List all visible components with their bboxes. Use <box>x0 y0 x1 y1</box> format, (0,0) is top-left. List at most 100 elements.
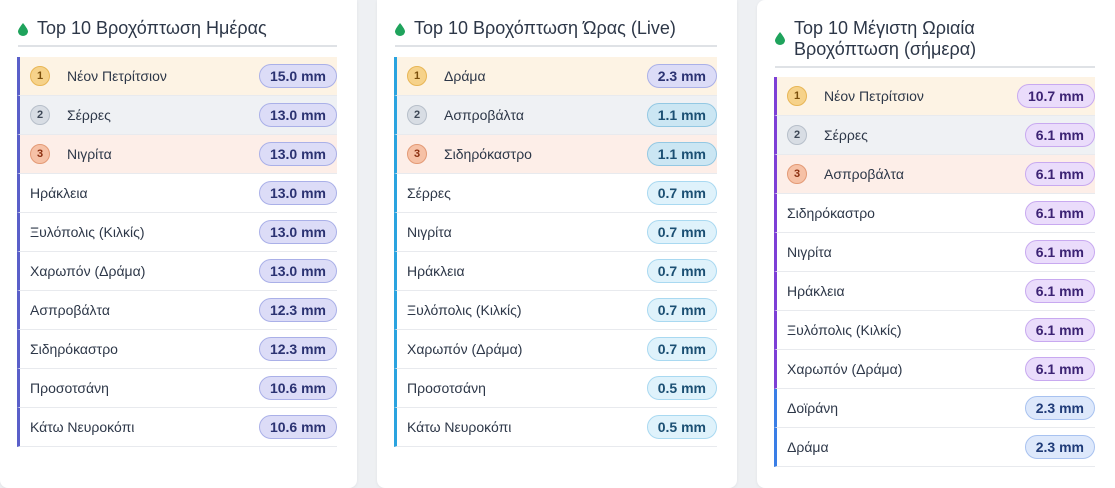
rainfall-value: 6.1 mm <box>1024 240 1095 264</box>
station-name: Κάτω Νευροκόπι <box>30 419 135 435</box>
rainfall-value: 0.7 mm <box>646 259 717 283</box>
ranking-row[interactable]: Ξυλόπολις (Κιλκίς) 0.7 mm <box>394 291 717 330</box>
rank-badge-bronze: 3 <box>787 164 807 184</box>
rainfall-value: 13.0 mm <box>258 220 337 244</box>
ranking-row[interactable]: Χαρωπόν (Δράμα) 6.1 mm <box>774 350 1095 389</box>
ranking-row[interactable]: Κάτω Νευροκόπι 0.5 mm <box>394 408 717 447</box>
rainfall-value: 6.1 mm <box>1024 201 1095 225</box>
ranking-row[interactable]: 1 Νέον Πετρίτσιον 10.7 mm <box>774 77 1095 116</box>
station-name: Ασπροβάλτα <box>30 302 110 318</box>
ranking-row[interactable]: 2 Ασπροβάλτα 1.1 mm <box>394 96 717 135</box>
ranking-row[interactable]: Χαρωπόν (Δράμα) 0.7 mm <box>394 330 717 369</box>
ranking-row[interactable]: Σιδηρόκαστρο 12.3 mm <box>17 330 337 369</box>
ranking-row[interactable]: Ασπροβάλτα 12.3 mm <box>17 291 337 330</box>
ranking-list: 1 Νέον Πετρίτσιον 15.0 mm 2 Σέρρες 13.0 … <box>17 57 337 447</box>
panel-title: Top 10 Βροχόπτωση Ημέρας <box>37 18 267 38</box>
panel-daily-rainfall: Top 10 Βροχόπτωση Ημέρας 1 Νέον Πετρίτσι… <box>0 0 357 488</box>
station-name: Νιγρίτα <box>67 146 112 162</box>
station-name: Ασπροβάλτα <box>444 107 524 123</box>
station-name: Δράμα <box>787 439 829 455</box>
rank-badge-silver: 2 <box>787 125 807 145</box>
station-name: Νιγρίτα <box>787 244 832 260</box>
rainfall-value: 0.7 mm <box>646 220 717 244</box>
rainfall-value: 12.3 mm <box>258 337 337 361</box>
rainfall-value: 0.5 mm <box>646 376 717 400</box>
panel-title: Top 10 Βροχόπτωση Ώρας (Live) <box>414 18 676 38</box>
rainfall-value: 2.3 mm <box>646 64 717 88</box>
ranking-row[interactable]: Νιγρίτα 6.1 mm <box>774 233 1095 272</box>
ranking-row[interactable]: Νιγρίτα 0.7 mm <box>394 213 717 252</box>
rainfall-value: 6.1 mm <box>1024 357 1095 381</box>
panel-hourly-rainfall-live: Top 10 Βροχόπτωση Ώρας (Live) 1 Δράμα 2.… <box>377 0 737 488</box>
station-name: Χαρωπόν (Δράμα) <box>787 361 903 377</box>
ranking-row[interactable]: Ξυλόπολις (Κιλκίς) 13.0 mm <box>17 213 337 252</box>
rainfall-value: 13.0 mm <box>258 181 337 205</box>
rainfall-value: 6.1 mm <box>1024 279 1095 303</box>
station-name: Σιδηρόκαστρο <box>444 146 532 162</box>
rainfall-value: 12.3 mm <box>258 298 337 322</box>
ranking-row[interactable]: Ξυλόπολις (Κιλκίς) 6.1 mm <box>774 311 1095 350</box>
station-name: Σιδηρόκαστρο <box>30 341 118 357</box>
panel-title: Top 10 Μέγιστη Ωριαία Βροχόπτωση (σήμερα… <box>794 18 976 60</box>
water-drop-icon <box>775 32 785 45</box>
panel-title-line2: Βροχόπτωση (σήμερα) <box>794 39 977 59</box>
rainfall-value: 13.0 mm <box>258 142 337 166</box>
station-name: Ηράκλεια <box>30 185 88 201</box>
ranking-row[interactable]: 3 Σιδηρόκαστρο 1.1 mm <box>394 135 717 174</box>
ranking-row[interactable]: Κάτω Νευροκόπι 10.6 mm <box>17 408 337 447</box>
ranking-row[interactable]: 3 Ασπροβάλτα 6.1 mm <box>774 155 1095 194</box>
panel-header: Top 10 Βροχόπτωση Ημέρας <box>18 0 337 47</box>
rank-badge-silver: 2 <box>407 105 427 125</box>
station-name: Δοϊράνη <box>787 400 839 416</box>
ranking-row[interactable]: Προσοτσάνη 0.5 mm <box>394 369 717 408</box>
station-name: Χαρωπόν (Δράμα) <box>407 341 523 357</box>
ranking-row[interactable]: 2 Σέρρες 6.1 mm <box>774 116 1095 155</box>
station-name: Χαρωπόν (Δράμα) <box>30 263 146 279</box>
station-name: Σέρρες <box>67 107 111 123</box>
rainfall-value: 0.5 mm <box>646 415 717 439</box>
station-name: Κάτω Νευροκόπι <box>407 419 512 435</box>
station-name: Νιγρίτα <box>407 224 452 240</box>
rank-badge-gold: 1 <box>407 66 427 86</box>
station-name: Ηράκλεια <box>787 283 845 299</box>
ranking-row[interactable]: 3 Νιγρίτα 13.0 mm <box>17 135 337 174</box>
ranking-row[interactable]: Δοϊράνη 2.3 mm <box>774 389 1095 428</box>
station-name: Ξυλόπολις (Κιλκίς) <box>30 224 145 240</box>
rainfall-value: 6.1 mm <box>1024 123 1095 147</box>
station-name: Δράμα <box>444 68 486 84</box>
panel-header: Top 10 Μέγιστη Ωριαία Βροχόπτωση (σήμερα… <box>775 0 1095 68</box>
ranking-row[interactable]: Χαρωπόν (Δράμα) 13.0 mm <box>17 252 337 291</box>
ranking-row[interactable]: 1 Νέον Πετρίτσιον 15.0 mm <box>17 57 337 96</box>
ranking-list: 1 Δράμα 2.3 mm 2 Ασπροβάλτα 1.1 mm 3 Σιδ… <box>394 57 717 447</box>
station-name: Σέρρες <box>824 127 868 143</box>
ranking-row[interactable]: Ηράκλεια 6.1 mm <box>774 272 1095 311</box>
ranking-row[interactable]: 1 Δράμα 2.3 mm <box>394 57 717 96</box>
station-name: Προσοτσάνη <box>30 380 109 396</box>
station-name: Νέον Πετρίτσιον <box>67 68 167 84</box>
ranking-row[interactable]: Σιδηρόκαστρο 6.1 mm <box>774 194 1095 233</box>
rank-badge-bronze: 3 <box>407 144 427 164</box>
water-drop-icon <box>18 23 28 36</box>
rainfall-value: 0.7 mm <box>646 337 717 361</box>
rainfall-value: 13.0 mm <box>258 259 337 283</box>
ranking-row[interactable]: Ηράκλεια 0.7 mm <box>394 252 717 291</box>
rank-badge-gold: 1 <box>30 66 50 86</box>
rainfall-value: 10.6 mm <box>258 415 337 439</box>
station-name: Προσοτσάνη <box>407 380 486 396</box>
rainfall-value: 2.3 mm <box>1024 396 1095 420</box>
rainfall-value: 6.1 mm <box>1024 162 1095 186</box>
ranking-row[interactable]: 2 Σέρρες 13.0 mm <box>17 96 337 135</box>
rainfall-value: 6.1 mm <box>1024 318 1095 342</box>
ranking-row[interactable]: Δράμα 2.3 mm <box>774 428 1095 467</box>
rainfall-value: 10.6 mm <box>258 376 337 400</box>
ranking-row[interactable]: Προσοτσάνη 10.6 mm <box>17 369 337 408</box>
rainfall-value: 2.3 mm <box>1024 435 1095 459</box>
ranking-row[interactable]: Σέρρες 0.7 mm <box>394 174 717 213</box>
rainfall-value: 0.7 mm <box>646 181 717 205</box>
rainfall-value: 10.7 mm <box>1016 84 1095 108</box>
panel-title-line1: Top 10 Μέγιστη Ωριαία <box>794 18 975 38</box>
station-name: Ξυλόπολις (Κιλκίς) <box>787 322 902 338</box>
station-name: Ασπροβάλτα <box>824 166 904 182</box>
water-drop-icon <box>395 23 405 36</box>
ranking-row[interactable]: Ηράκλεια 13.0 mm <box>17 174 337 213</box>
